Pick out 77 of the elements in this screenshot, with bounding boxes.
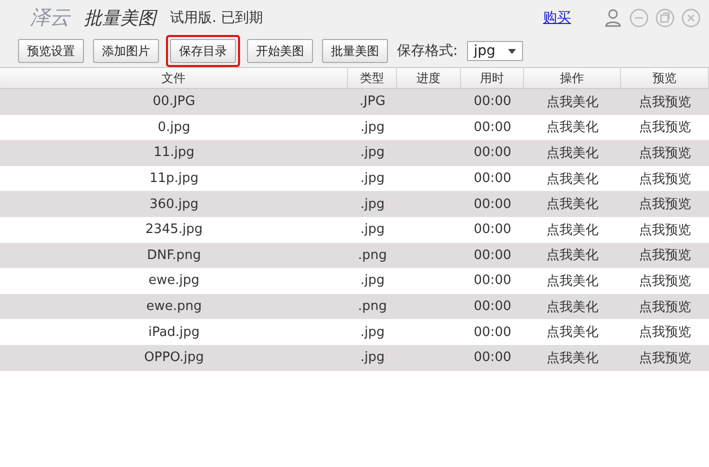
format-select[interactable]: jpg (466, 41, 523, 61)
table-cell-text: 00:00 (472, 221, 512, 240)
table-cell-text: 11p.jpg (148, 170, 200, 188)
column-header[interactable]: 文件 (0, 68, 348, 88)
window-title: 批量美图 (84, 6, 156, 30)
format-label: 保存格式: (397, 42, 458, 60)
table-link[interactable]: 点我美化 (524, 319, 621, 345)
table-cell-text: 00:00 (472, 246, 512, 265)
table-cell-text: .png (357, 298, 388, 316)
table-cell-text: .jpg (359, 170, 386, 188)
table-link[interactable]: 点我预览 (621, 319, 709, 345)
table-link[interactable]: 点我预览 (621, 268, 709, 294)
table-cell-text: ewe.png (145, 298, 203, 316)
table-cell-text: DNF.png (146, 246, 202, 265)
toolbar-button[interactable]: 批量美图 (322, 39, 388, 63)
table-link[interactable]: 点我预览 (621, 191, 709, 217)
column-header[interactable]: 进度 (397, 68, 461, 88)
column-header[interactable]: 操作 (524, 68, 621, 88)
table-link[interactable]: 点我预览 (621, 294, 709, 320)
table-cell-text: .jpg (359, 221, 386, 240)
table-link[interactable]: 点我美化 (524, 242, 621, 268)
caret-icon (508, 48, 516, 54)
table-cell-text: 0.jpg (156, 118, 192, 137)
column-header[interactable]: 类型 (348, 68, 397, 88)
table-cell-text: .jpg (359, 324, 386, 342)
table-cell-text: 00:00 (472, 196, 512, 214)
table-cell-text: OPPO.jpg (143, 349, 205, 368)
table-cell-text: ewe.jpg (148, 272, 200, 290)
table-link[interactable]: 点我美化 (524, 114, 621, 140)
column-header[interactable]: 预览 (621, 68, 709, 88)
table-cell-text: 360.jpg (148, 196, 200, 214)
table-cell-text: 00:00 (472, 144, 512, 162)
table-cell-text: 2345.jpg (144, 221, 204, 240)
toolbar-button[interactable]: 开始美图 (247, 39, 313, 63)
table-cell-text: 11.jpg (152, 144, 196, 162)
app-logo: 泽云 (30, 4, 70, 31)
toolbar-button[interactable]: 添加图片 (93, 39, 159, 63)
table-cell-text: .jpg (359, 272, 386, 290)
table-link[interactable]: 点我预览 (621, 89, 709, 115)
table-cell-text: iPad.jpg (147, 324, 201, 342)
table-link[interactable]: 点我美化 (524, 140, 621, 166)
table-cell-text: .jpg (359, 144, 386, 162)
minimize-icon[interactable] (629, 8, 649, 28)
close-icon[interactable] (681, 8, 701, 28)
table-cell-text: 00:00 (472, 324, 512, 342)
table-link[interactable]: 点我预览 (621, 114, 709, 140)
buy-link[interactable]: 购买 (543, 8, 571, 26)
table-cell-text: .jpg (359, 118, 386, 137)
table-cell-text: 00:00 (472, 349, 512, 368)
toolbar-button[interactable]: 预览设置 (18, 39, 84, 63)
table-cell-text: 00:00 (472, 170, 512, 188)
table-cell-text: 00:00 (472, 93, 512, 112)
table-cell-text: .jpg (359, 349, 386, 368)
table-link[interactable]: 点我美化 (524, 268, 621, 294)
table-cell-text: .JPG (358, 93, 386, 112)
toolbar-button[interactable]: 保存目录 (170, 39, 236, 63)
table-cell-text: 00:00 (472, 118, 512, 137)
table-link[interactable]: 点我预览 (621, 216, 709, 243)
table-cell-text: 00.JPG (152, 93, 196, 112)
table-link[interactable]: 点我预览 (621, 242, 709, 268)
table-cell-text: 00:00 (472, 298, 512, 316)
table-link[interactable]: 点我预览 (621, 140, 709, 166)
table-link[interactable]: 点我美化 (524, 166, 621, 192)
table-link[interactable]: 点我美化 (524, 216, 621, 243)
restore-icon[interactable] (655, 8, 675, 28)
table-link[interactable]: 点我预览 (621, 166, 709, 192)
table-link[interactable]: 点我美化 (524, 89, 621, 115)
table-link[interactable]: 点我预览 (621, 344, 709, 371)
table-link[interactable]: 点我美化 (524, 191, 621, 217)
column-header[interactable]: 用时 (461, 68, 524, 88)
table-link[interactable]: 点我美化 (524, 294, 621, 320)
license-status: 试用版. 已到期 (170, 8, 263, 26)
table-link[interactable]: 点我美化 (524, 344, 621, 371)
user-icon[interactable] (603, 8, 623, 28)
table-cell-text: .png (357, 246, 388, 265)
table-cell-text: 00:00 (472, 272, 512, 290)
table-cell-text: .jpg (359, 196, 386, 214)
